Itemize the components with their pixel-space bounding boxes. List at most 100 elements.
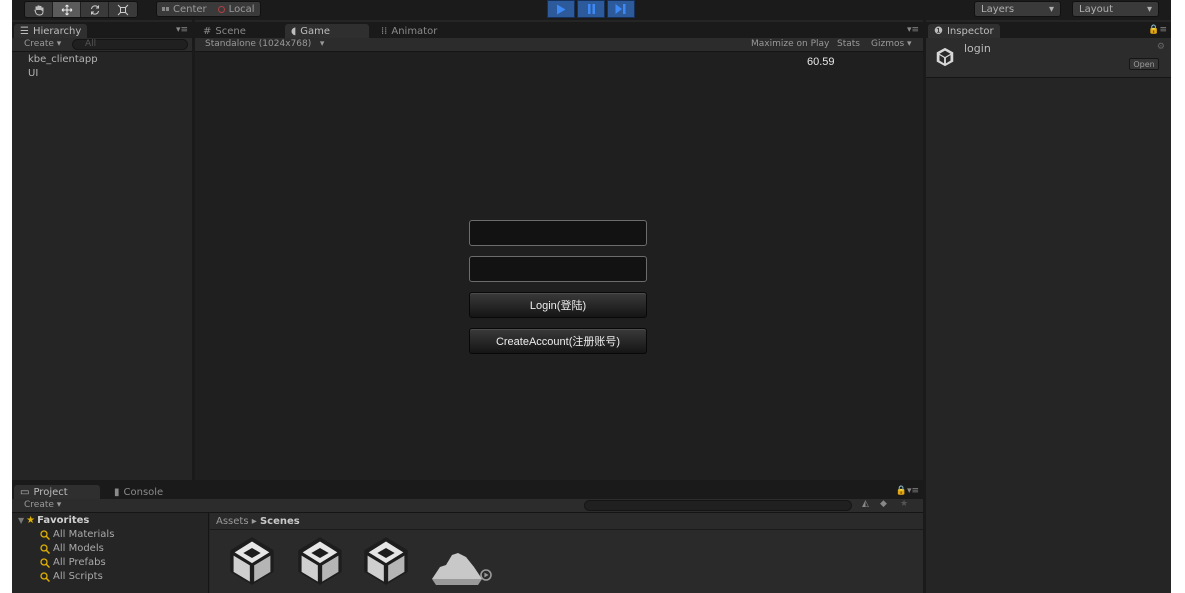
expand-arrow-icon[interactable]: ▼ bbox=[18, 516, 24, 525]
project-icon: ▭ bbox=[20, 486, 30, 498]
inspector-panel: ❶ Inspector 🔒≡ login ⚙ Open bbox=[926, 22, 1171, 593]
step-icon bbox=[615, 4, 626, 14]
layout-dropdown[interactable]: Layout ▾ bbox=[1072, 1, 1159, 17]
rotate-tool-button[interactable] bbox=[81, 2, 109, 17]
favorite-label: All Models bbox=[53, 543, 104, 554]
password-field[interactable] bbox=[469, 256, 647, 282]
pivot-center-button[interactable]: Center bbox=[157, 2, 212, 16]
play-button[interactable] bbox=[547, 0, 575, 18]
transform-tools bbox=[24, 1, 138, 18]
tab-project[interactable]: ▭ Project bbox=[14, 485, 100, 499]
tab-inspector-label: Inspector bbox=[946, 25, 994, 37]
terrain-asset[interactable] bbox=[428, 535, 492, 591]
hierarchy-search-input[interactable]: All bbox=[72, 39, 188, 50]
game-panel: # Scene ◖ Game ⁞⁞ Animator ▾≡ Standalone… bbox=[195, 22, 923, 480]
tab-animator-label: Animator bbox=[391, 25, 438, 37]
pivot-rotation-label: Local bbox=[228, 3, 255, 15]
pivot-center-icon bbox=[162, 7, 169, 11]
project-folder-tree: ▼ ★ Favorites All Materials All Models A… bbox=[12, 513, 209, 593]
tab-hierarchy[interactable]: ☰ Hierarchy bbox=[14, 24, 88, 38]
pivot-rotation-button[interactable]: Local bbox=[212, 2, 260, 16]
favorite-all-models[interactable]: All Models bbox=[40, 543, 104, 554]
info-icon: ❶ bbox=[934, 25, 943, 37]
move-tool-button[interactable] bbox=[53, 2, 81, 17]
search-icon bbox=[40, 571, 50, 582]
tab-scene-label: Scene bbox=[215, 25, 246, 37]
favorites-header[interactable]: ▼ ★ Favorites bbox=[18, 515, 89, 526]
divider bbox=[210, 529, 923, 530]
unity-scene-icon bbox=[298, 537, 342, 585]
hierarchy-toolbar: Create ▾ All bbox=[12, 38, 192, 52]
tab-console[interactable]: ▮ Console bbox=[108, 485, 169, 499]
panel-divider[interactable] bbox=[192, 20, 195, 483]
step-button[interactable] bbox=[607, 0, 635, 18]
username-field[interactable] bbox=[469, 220, 647, 246]
hierarchy-icon: ☰ bbox=[20, 25, 29, 37]
tab-inspector[interactable]: ❶ Inspector bbox=[928, 24, 1000, 38]
panel-menu-icon[interactable]: ▾≡ bbox=[176, 25, 188, 35]
favorite-star-icon[interactable]: ★ bbox=[900, 499, 908, 509]
tab-game[interactable]: ◖ Game bbox=[285, 24, 369, 38]
scale-tool-button[interactable] bbox=[109, 2, 137, 17]
create-account-button[interactable]: CreateAccount(注册账号) bbox=[469, 328, 647, 354]
tab-scene[interactable]: # Scene bbox=[197, 24, 252, 38]
scene-asset[interactable] bbox=[360, 535, 412, 591]
project-create-dropdown[interactable]: Create ▾ bbox=[24, 500, 61, 510]
layout-dropdown-label: Layout bbox=[1079, 3, 1113, 15]
favorite-all-prefabs[interactable]: All Prefabs bbox=[40, 557, 106, 568]
settings-gear-icon[interactable]: ⚙ bbox=[1157, 42, 1165, 52]
hierarchy-create-dropdown[interactable]: Create ▾ bbox=[24, 39, 61, 49]
play-icon bbox=[557, 4, 566, 14]
breadcrumb-scenes[interactable]: Scenes bbox=[260, 516, 300, 527]
breadcrumb-assets[interactable]: Assets bbox=[216, 516, 249, 527]
filter-by-type-icon[interactable]: ◭ bbox=[862, 499, 869, 509]
panel-divider[interactable] bbox=[923, 20, 926, 593]
stats-toggle[interactable]: Stats bbox=[837, 39, 860, 49]
pivot-center-label: Center bbox=[173, 3, 207, 15]
hierarchy-tabbar: ☰ Hierarchy ▾≡ bbox=[12, 22, 192, 38]
layers-dropdown[interactable]: Layers ▾ bbox=[974, 1, 1061, 17]
lock-menu-icon[interactable]: 🔒≡ bbox=[1148, 25, 1167, 35]
panel-divider[interactable] bbox=[12, 480, 923, 483]
tab-project-label: Project bbox=[33, 486, 68, 498]
pause-button[interactable] bbox=[577, 0, 605, 18]
tab-hierarchy-label: Hierarchy bbox=[32, 25, 82, 37]
hand-tool-button[interactable] bbox=[25, 2, 53, 17]
breadcrumb-separator-icon: ▸ bbox=[251, 516, 260, 527]
gizmos-dropdown[interactable]: Gizmos ▾ bbox=[871, 39, 912, 49]
resolution-dropdown[interactable]: Standalone (1024x768) ▾ bbox=[205, 39, 324, 49]
resolution-label: Standalone (1024x768) bbox=[205, 39, 312, 49]
unity-scene-icon bbox=[936, 47, 954, 67]
playback-controls bbox=[547, 0, 635, 18]
favorite-all-materials[interactable]: All Materials bbox=[40, 529, 114, 540]
open-button[interactable]: Open bbox=[1129, 58, 1159, 70]
favorite-all-scripts[interactable]: All Scripts bbox=[40, 571, 103, 582]
filter-by-label-icon[interactable]: ◆ bbox=[880, 499, 887, 509]
scene-asset[interactable] bbox=[294, 535, 346, 591]
move-icon bbox=[61, 4, 72, 15]
inspector-tabbar: ❶ Inspector 🔒≡ bbox=[926, 22, 1171, 38]
hand-icon bbox=[33, 5, 43, 15]
search-icon bbox=[40, 529, 50, 540]
scene-asset[interactable] bbox=[226, 535, 278, 591]
panel-menu-icon[interactable]: ▾≡ bbox=[907, 25, 919, 35]
rotate-icon bbox=[90, 4, 99, 15]
layers-dropdown-label: Layers bbox=[981, 3, 1015, 15]
pivot-toggle-group: Center Local bbox=[156, 1, 261, 17]
game-view-toolbar: Standalone (1024x768) ▾ Maximize on Play… bbox=[195, 38, 923, 52]
maximize-on-play-toggle[interactable]: Maximize on Play bbox=[751, 39, 829, 49]
lock-menu-icon[interactable]: 🔒▾≡ bbox=[896, 486, 919, 496]
hierarchy-item-kbe-clientapp[interactable]: kbe_clientapp bbox=[28, 54, 98, 65]
fps-counter: 60.59 bbox=[807, 56, 835, 68]
project-search-input[interactable] bbox=[584, 500, 852, 511]
inspector-object-name: login bbox=[964, 42, 991, 55]
animator-icon: ⁞⁞ bbox=[381, 25, 388, 37]
login-button[interactable]: Login(登陆) bbox=[469, 292, 647, 318]
unity-editor-window: Center Local Layers ▾ Layout ▾ ☰ Hierarc… bbox=[12, 0, 1171, 593]
local-rotation-icon bbox=[217, 5, 225, 13]
center-tabbar: # Scene ◖ Game ⁞⁞ Animator ▾≡ bbox=[195, 22, 923, 38]
favorite-label: All Prefabs bbox=[53, 557, 106, 568]
project-tabbar: ▭ Project ▮ Console 🔒▾≡ bbox=[12, 483, 923, 499]
tab-animator[interactable]: ⁞⁞ Animator bbox=[375, 24, 443, 38]
hierarchy-item-ui[interactable]: UI bbox=[28, 68, 38, 79]
